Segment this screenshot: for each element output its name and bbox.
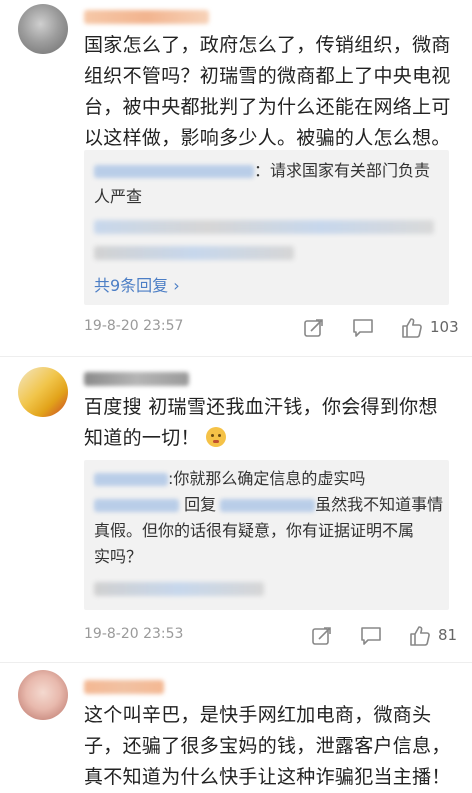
like-icon[interactable]: [408, 624, 432, 648]
reply-line: :你就那么确定信息的虚实吗: [94, 466, 365, 492]
reply-username-blurred[interactable]: [94, 473, 168, 486]
reply-line: ：请求国家有关部门负责: [94, 158, 430, 184]
avatar[interactable]: [18, 4, 68, 54]
comment-meta: 19-8-20 23:53 81: [84, 624, 464, 648]
comment-text: 百度搜 初瑞雪还我血汗钱，你会得到你想 知道的一切！: [84, 392, 464, 454]
mention-blurred[interactable]: [220, 499, 316, 512]
comment-line: 组织不管吗？初瑞雪的微商都上了中央电视: [84, 65, 451, 87]
comment-line-text: 知道的一切！: [84, 427, 200, 449]
divider: [0, 356, 472, 357]
blurred-reply: [94, 220, 434, 234]
like-count: 103: [430, 318, 459, 336]
reply-preview-box[interactable]: ：请求国家有关部门负责 人严查 共9条回复 ›: [84, 150, 449, 305]
comment-line: 台，被中央都批判了为什么还能在网络上可: [84, 96, 451, 118]
comment-line: 国家怎么了，政府怎么了，传销组织，微商: [84, 34, 451, 56]
like-count: 81: [438, 626, 458, 644]
comment-icon[interactable]: [351, 316, 375, 340]
blurred-reply: [94, 246, 294, 260]
reply-line: 实吗？: [94, 547, 143, 566]
avatar[interactable]: [18, 670, 68, 720]
timestamp: 19-8-20 23:53: [84, 626, 184, 642]
reply-prefix: 回复: [184, 495, 217, 514]
reply-text: 虽然我不知道事情: [315, 495, 444, 514]
like-icon[interactable]: [400, 316, 424, 340]
reply-username-blurred[interactable]: [94, 165, 254, 178]
reply-preview-box[interactable]: :你就那么确定信息的虚实吗 回复 虽然我不知道事情 真假。但你的话很有疑意，你有证…: [84, 460, 449, 610]
blurred-more-replies[interactable]: [94, 582, 264, 596]
timestamp: 19-8-20 23:57: [84, 318, 184, 334]
more-replies-link[interactable]: 共9条回复 ›: [94, 272, 180, 296]
comment-line: 子，还骗了很多宝妈的钱，泄露客户信息，: [84, 735, 451, 757]
crying-emoji-icon: [206, 427, 227, 447]
username-blurred[interactable]: [84, 372, 189, 386]
reply-text: ：请求国家有关部门负责: [254, 161, 431, 180]
reply-text: 你就那么确定信息的虚实吗: [173, 469, 366, 488]
comment-line: 知道的一切！: [84, 423, 464, 454]
comment-line: 真不知道为什么快手让这种诈骗犯当主播！: [84, 766, 451, 788]
reply-line: 回复 虽然我不知道事情: [94, 492, 443, 518]
reply-username-blurred[interactable]: [94, 499, 179, 512]
username-blurred[interactable]: [84, 680, 164, 694]
comment-icon[interactable]: [359, 624, 383, 648]
divider: [0, 662, 472, 663]
comment-text: 国家怎么了，政府怎么了，传销组织，微商 组织不管吗？初瑞雪的微商都上了中央电视 …: [84, 30, 464, 154]
reply-line: 真假。但你的话很有疑意，你有证据证明不属: [94, 521, 415, 540]
comment-line: 这个叫辛巴，是快手网红加电商，微商头: [84, 704, 432, 726]
share-icon[interactable]: [302, 316, 326, 340]
reply-line: 人严查: [94, 187, 143, 206]
comment-line: 百度搜 初瑞雪还我血汗钱，你会得到你想: [84, 396, 438, 418]
comment-meta: 19-8-20 23:57 103: [84, 316, 464, 340]
avatar[interactable]: [18, 367, 68, 417]
username-blurred[interactable]: [84, 10, 209, 24]
comment-text: 这个叫辛巴，是快手网红加电商，微商头 子，还骗了很多宝妈的钱，泄露客户信息， 真…: [84, 700, 464, 793]
share-icon[interactable]: [310, 624, 334, 648]
